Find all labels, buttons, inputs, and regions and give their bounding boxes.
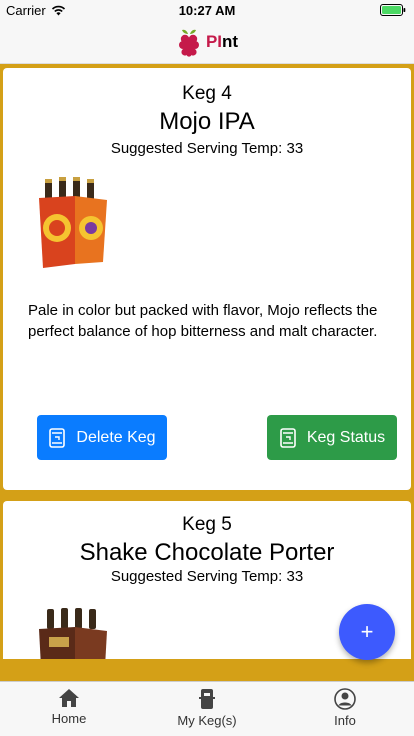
beer-six-pack-image	[39, 177, 107, 268]
tab-info[interactable]: Info	[276, 682, 414, 736]
beer-name: Shake Chocolate Porter	[79, 539, 335, 566]
tab-my-kegs-label: My Keg(s)	[177, 713, 237, 728]
keg-icon	[49, 427, 66, 448]
status-bar: Carrier 10:27 AM	[0, 0, 414, 20]
keg-list[interactable]: Keg 4 Mojo IPA Suggested Serving Temp: 3…	[0, 64, 414, 659]
plus-icon: +	[360, 619, 374, 644]
raspberry-logo-icon	[178, 29, 199, 57]
beer-six-pack-image	[39, 608, 107, 659]
keg-card: Keg 4 Mojo IPA Suggested Serving Temp: 3…	[3, 68, 411, 490]
beer-name: Mojo IPA	[159, 108, 255, 135]
keg-status-button[interactable]: Keg Status	[267, 415, 397, 460]
tab-my-kegs[interactable]: My Keg(s)	[138, 682, 276, 736]
status-time: 10:27 AM	[178, 3, 236, 18]
tab-home[interactable]: Home	[0, 682, 138, 736]
home-icon	[59, 689, 79, 707]
keg-icon	[199, 689, 215, 709]
delete-keg-button[interactable]: Delete Keg	[37, 415, 167, 460]
brand-rest: nt	[222, 31, 239, 51]
keg-number: Keg 4	[182, 83, 232, 104]
status-right	[380, 4, 406, 16]
brand-pi: PI	[205, 31, 222, 51]
tab-home-label: Home	[51, 711, 87, 726]
beer-description: Pale in color but packed with flavor, Mo…	[28, 302, 378, 340]
app-header: PInt	[0, 20, 414, 64]
delete-keg-label: Delete Keg	[76, 428, 156, 446]
serving-temp: Suggested Serving Temp: 33	[110, 140, 304, 157]
serving-temp: Suggested Serving Temp: 33	[110, 568, 304, 585]
battery-icon	[380, 4, 406, 16]
brand-title: PInt	[206, 32, 238, 52]
keg-number: Keg 5	[182, 514, 232, 535]
keg-status-label: Keg Status	[306, 428, 386, 446]
tab-info-label: Info	[334, 713, 356, 728]
person-icon	[334, 688, 356, 710]
keg-icon	[280, 427, 296, 448]
add-keg-fab[interactable]: +	[339, 604, 395, 660]
tab-bar: Home My Keg(s) Info	[0, 681, 414, 736]
